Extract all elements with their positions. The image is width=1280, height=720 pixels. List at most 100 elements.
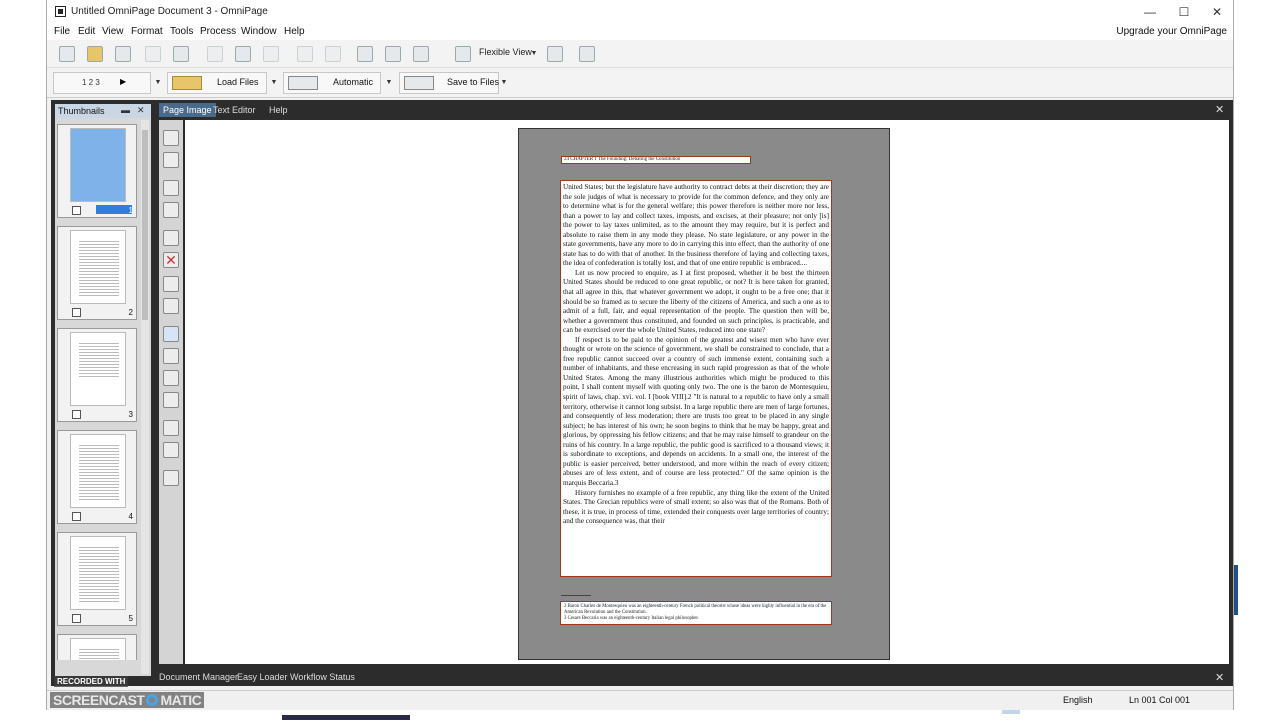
thumbnail-page[interactable]: 5 <box>57 532 137 626</box>
zoom-icon[interactable] <box>413 46 429 62</box>
eraser-icon[interactable] <box>163 392 179 408</box>
workflow-steps-selector[interactable]: 1 2 3 ▶ <box>53 72 151 94</box>
columns-icon[interactable] <box>163 442 179 458</box>
menu-format[interactable]: Format <box>131 26 163 37</box>
tab-easy-loader[interactable]: Easy Loader <box>237 672 288 682</box>
save-files-icon <box>404 76 434 90</box>
recognition-mode-label: Automatic <box>333 77 374 87</box>
gear-icon[interactable] <box>163 230 179 246</box>
next-page-icon[interactable] <box>163 420 179 436</box>
pointer-icon[interactable] <box>163 180 179 196</box>
table-icon[interactable] <box>163 298 179 314</box>
save-dropdown-icon[interactable]: ▼ <box>499 72 509 94</box>
text-zone-icon[interactable] <box>163 152 179 168</box>
thumbnails-close-icon[interactable]: ✕ <box>137 105 145 116</box>
thumbnails-pin-icon[interactable]: ▬ <box>121 105 130 115</box>
steps-dropdown-icon[interactable]: ▼ <box>153 72 163 94</box>
thumbnails-list: 1 2 3 4 5 <box>57 120 139 660</box>
view-mode-label[interactable]: Flexible View <box>479 47 532 57</box>
mode-dropdown-icon[interactable]: ▼ <box>384 72 394 94</box>
properties-icon[interactable] <box>163 470 179 486</box>
menu-process[interactable]: Process <box>200 26 236 37</box>
cut-icon[interactable] <box>207 46 223 62</box>
workflow-toolbar: 1 2 3 ▶ ▼ Load Files ▼ Automatic ▼ Save … <box>47 68 1233 98</box>
thumbnails-scrollbar[interactable] <box>141 120 149 674</box>
menu-tools[interactable]: Tools <box>170 26 193 37</box>
page-status-icon <box>72 206 81 215</box>
settings-icon[interactable] <box>357 46 373 62</box>
thumbnail-image <box>70 128 126 202</box>
thumbnail-page[interactable]: 1 <box>57 124 137 218</box>
thumbnail-number: 4 <box>128 512 133 521</box>
zoom-out-icon[interactable] <box>163 370 179 386</box>
print-icon[interactable] <box>145 46 161 62</box>
set-icon[interactable] <box>163 326 179 342</box>
tab-workflow-status[interactable]: Workflow Status <box>290 672 355 682</box>
thumbnails-panel: Thumbnails ▬ ✕ 1 2 3 4 5 <box>55 104 151 676</box>
redo-icon[interactable] <box>325 46 341 62</box>
tab-help[interactable]: Help <box>265 103 292 117</box>
screencast-watermark: RECORDED WITH SCREENCAST MATIC <box>50 676 205 716</box>
scan-icon[interactable] <box>173 46 189 62</box>
zoom-in-icon[interactable] <box>163 348 179 364</box>
page-icon[interactable] <box>163 130 179 146</box>
thumbnail-number: 5 <box>128 614 133 623</box>
new-document-icon[interactable] <box>59 46 75 62</box>
delete-zone-icon[interactable]: ✕ <box>163 252 179 268</box>
copy-icon[interactable] <box>235 46 251 62</box>
minimize-button[interactable]: — <box>1135 3 1165 21</box>
flexible-view-icon[interactable] <box>455 46 471 62</box>
thumbnail-page[interactable]: 3 <box>57 328 137 422</box>
maximize-button[interactable]: ☐ <box>1169 3 1199 21</box>
thumbnails-title: Thumbnails <box>58 106 105 116</box>
tab-text-editor[interactable]: Text Editor <box>209 103 260 117</box>
header-zone[interactable]: 24 CHAPTER 1 The Founding: Debating the … <box>561 156 751 164</box>
window-title: Untitled OmniPage Document 3 - OmniPage <box>71 6 268 17</box>
layout-icon[interactable] <box>385 46 401 62</box>
page-image-canvas[interactable]: 24 CHAPTER 1 The Founding: Debating the … <box>185 120 1229 664</box>
watermark-top: RECORDED WITH <box>54 676 129 687</box>
close-button[interactable]: ✕ <box>1202 3 1232 21</box>
scrollbar-thumb[interactable] <box>142 130 148 320</box>
workflow-steps: 1 2 3 <box>82 78 100 87</box>
upgrade-link[interactable]: Upgrade your OmniPage <box>1116 26 1227 37</box>
page-status-icon <box>72 410 81 419</box>
thumbnail-page[interactable]: 2 <box>57 226 137 320</box>
image-zone-icon[interactable] <box>163 202 179 218</box>
desktop-edge-right <box>1234 0 1280 720</box>
text-zone[interactable]: United States; but the legislature have … <box>560 180 832 577</box>
hand-icon[interactable] <box>163 276 179 292</box>
thumbnail-page[interactable]: 4 <box>57 430 137 524</box>
menu-window[interactable]: Window <box>241 26 277 37</box>
page-status-icon <box>72 512 81 521</box>
selection-highlight <box>96 205 132 214</box>
thumbnail-number: 2 <box>128 308 133 317</box>
page-view-close-icon[interactable]: ✕ <box>1215 103 1224 116</box>
help-icon[interactable] <box>579 46 595 62</box>
page-status-icon <box>72 614 81 623</box>
bottom-panel-close-icon[interactable]: ✕ <box>1215 671 1224 684</box>
paragraph: History furnishes no example of a free r… <box>563 488 829 526</box>
image-editor-icon[interactable] <box>547 46 563 62</box>
status-language: English <box>1063 695 1093 705</box>
tab-page-image[interactable]: Page Image <box>159 103 216 117</box>
taskbar-fragment <box>1002 710 1020 714</box>
paste-icon[interactable] <box>263 46 279 62</box>
menu-file[interactable]: File <box>54 26 70 37</box>
work-area: Thumbnails ▬ ✕ 1 2 3 4 5 Page Image Text… <box>51 100 1233 686</box>
menu-view[interactable]: View <box>102 26 124 37</box>
thumbnail-number: 3 <box>128 410 133 419</box>
menu-help[interactable]: Help <box>284 26 305 37</box>
save-icon[interactable] <box>115 46 131 62</box>
open-folder-icon[interactable] <box>87 46 103 62</box>
thumbnail-page[interactable] <box>57 634 137 660</box>
paragraph: Let us now proceed to enquire, as I at f… <box>563 268 829 335</box>
footnote-rule <box>561 595 591 596</box>
menu-edit[interactable]: Edit <box>78 26 95 37</box>
undo-icon[interactable] <box>297 46 313 62</box>
tab-document-manager[interactable]: Document Manager <box>159 672 238 682</box>
load-dropdown-icon[interactable]: ▼ <box>269 72 279 94</box>
scanned-page: 24 CHAPTER 1 The Founding: Debating the … <box>518 128 890 660</box>
footnote-zone[interactable]: 2 Baron Charles de Montesquieu was an ei… <box>560 601 832 625</box>
thumbnail-image <box>70 332 126 406</box>
